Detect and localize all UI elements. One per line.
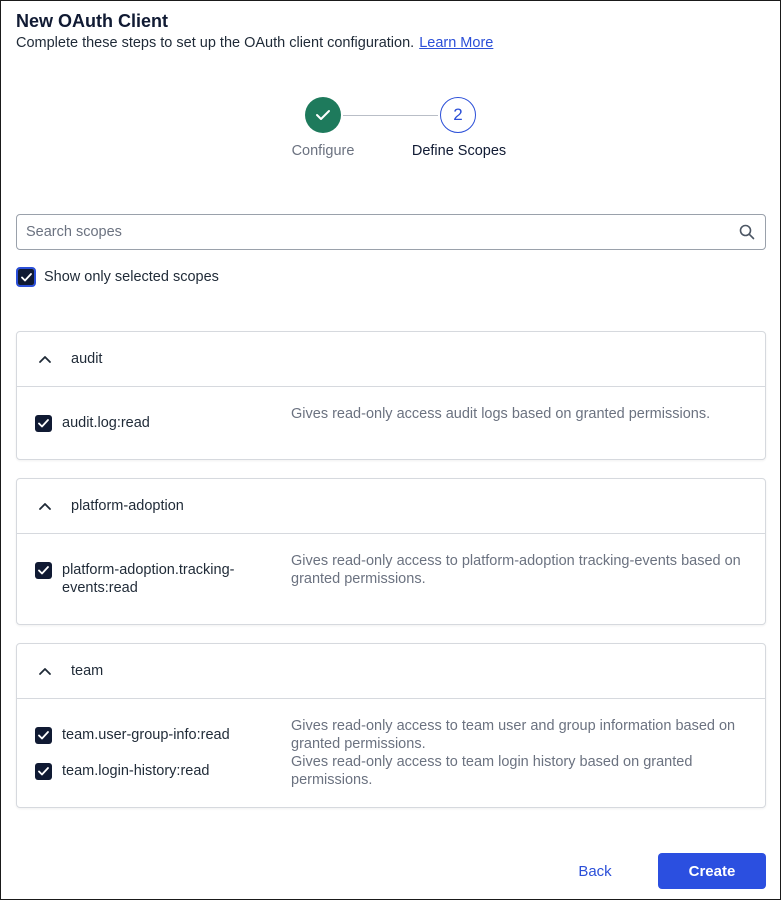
show-only-selected-label: Show only selected scopes bbox=[44, 269, 219, 285]
checkmark-icon bbox=[20, 272, 32, 281]
scope-group-name: platform-adoption bbox=[71, 498, 184, 514]
search-input[interactable] bbox=[26, 215, 726, 249]
scope-group-team: team team.user-group-info:read team.logi… bbox=[16, 643, 766, 808]
scope-group-platform-adoption: platform-adoption platform-adoption.trac… bbox=[16, 478, 766, 625]
subtitle-text: Complete these steps to set up the OAuth… bbox=[16, 35, 415, 51]
oauth-client-dialog: New OAuth Client Complete these steps to… bbox=[0, 0, 781, 900]
scope-group-name: team bbox=[71, 663, 104, 679]
checkmark-icon bbox=[38, 419, 49, 428]
scope-group-name: audit bbox=[71, 351, 103, 367]
stepper-connector bbox=[343, 115, 438, 116]
scope-name: platform-adoption.tracking-events:read bbox=[62, 562, 235, 596]
check-icon bbox=[316, 110, 330, 120]
step-2-current: 2 bbox=[440, 97, 476, 133]
search-icon[interactable] bbox=[739, 224, 755, 240]
scope-group-header[interactable]: audit bbox=[17, 332, 765, 387]
checkmark-icon bbox=[38, 566, 49, 575]
scope-group-header[interactable]: platform-adoption bbox=[17, 479, 765, 534]
chevron-up-icon[interactable] bbox=[38, 353, 52, 365]
scope-name: team.user-group-info:read bbox=[62, 727, 230, 743]
scope-checkbox[interactable] bbox=[35, 763, 52, 780]
scope-group-audit: audit audit.log:read Gives read-only acc… bbox=[16, 331, 766, 460]
back-button[interactable]: Back bbox=[561, 853, 629, 889]
scope-checkbox[interactable] bbox=[35, 562, 52, 579]
dialog-title: New OAuth Client bbox=[16, 11, 168, 31]
checkmark-icon bbox=[38, 767, 49, 776]
scope-checkbox[interactable] bbox=[35, 727, 52, 744]
scope-description: Gives read-only access audit logs based … bbox=[291, 406, 711, 422]
search-box bbox=[16, 214, 766, 250]
scope-checkbox[interactable] bbox=[35, 415, 52, 432]
scope-group-header[interactable]: team bbox=[17, 644, 765, 699]
create-button[interactable]: Create bbox=[658, 853, 766, 889]
chevron-up-icon[interactable] bbox=[38, 665, 52, 677]
scope-description: Gives read-only access to team login his… bbox=[291, 754, 693, 788]
checkmark-icon bbox=[38, 731, 49, 740]
scope-name: audit.log:read bbox=[62, 415, 150, 431]
dialog-subtitle: Complete these steps to set up the OAuth… bbox=[16, 35, 493, 51]
show-only-selected-toggle[interactable]: Show only selected scopes bbox=[16, 267, 219, 287]
scope-description: Gives read-only access to team user and … bbox=[291, 718, 736, 752]
scope-description: Gives read-only access to platform-adopt… bbox=[291, 553, 741, 587]
show-only-selected-checkbox[interactable] bbox=[16, 267, 36, 287]
step-2-label: Define Scopes bbox=[411, 143, 507, 159]
chevron-up-icon[interactable] bbox=[38, 500, 52, 512]
step-1-complete[interactable] bbox=[305, 97, 341, 133]
checkbox-checked bbox=[18, 269, 34, 285]
scope-name: team.login-history:read bbox=[62, 763, 210, 779]
step-1-label: Configure bbox=[291, 143, 355, 159]
learn-more-link[interactable]: Learn More bbox=[419, 35, 493, 51]
